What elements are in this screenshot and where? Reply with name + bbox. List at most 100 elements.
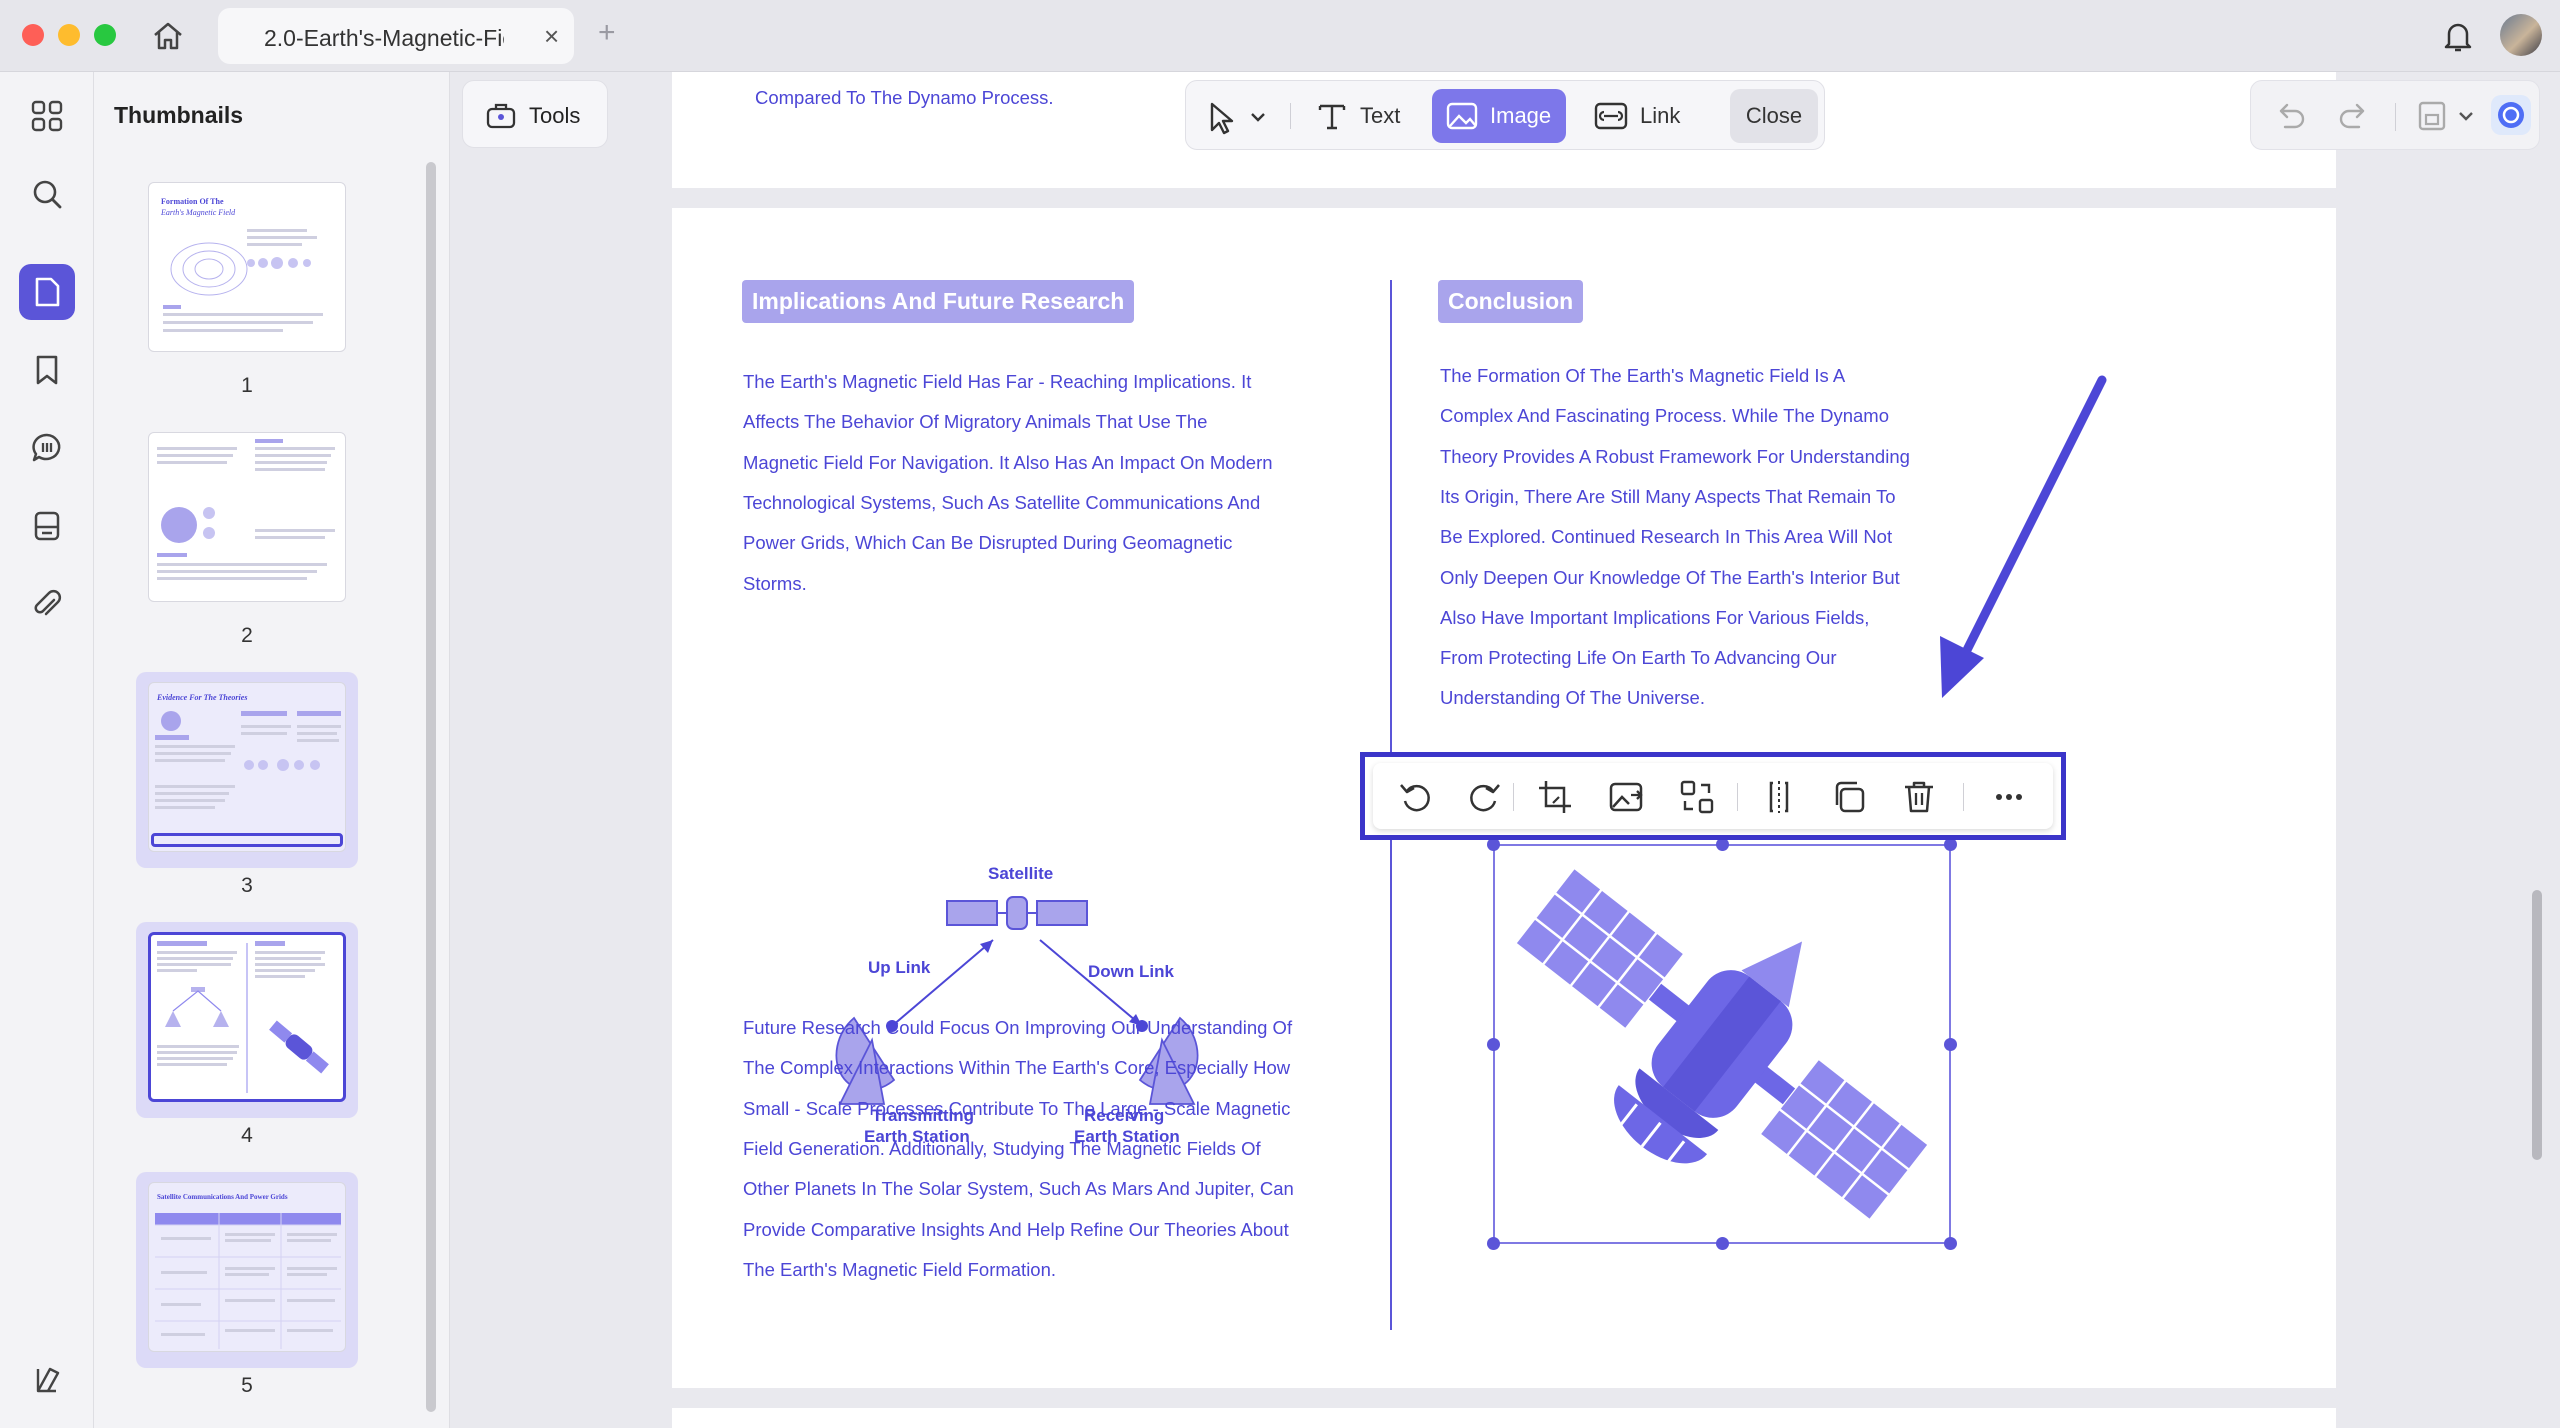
paragraph-line: Complex And Fascinating Process. While T… — [1440, 405, 1889, 427]
paragraph-line: Small - Scale Processes Contribute To Th… — [743, 1097, 1291, 1119]
delete-icon[interactable] — [1897, 775, 1941, 819]
image-icon — [1446, 102, 1478, 130]
replace-image-icon[interactable] — [1605, 775, 1649, 819]
next-page — [672, 1408, 2336, 1428]
close-window-button[interactable] — [22, 24, 44, 46]
chevron-down-icon[interactable] — [2455, 103, 2477, 129]
ai-assistant-icon[interactable] — [2491, 95, 2531, 135]
thumbnail-page-4[interactable] — [136, 922, 358, 1118]
paragraph-line: Storms. — [743, 572, 807, 594]
paragraph-line: Future Research Could Focus On Improving… — [743, 1017, 1293, 1038]
thumbnail-content — [163, 229, 323, 332]
left-rail — [0, 72, 94, 1428]
home-icon[interactable] — [150, 18, 186, 54]
thumbnail-page-3[interactable]: Evidence For The Theories — [136, 672, 358, 868]
image-tool-label: Image — [1490, 103, 1552, 128]
text-icon — [1318, 104, 1346, 130]
paragraph-line: From Protecting Life On Earth To Advanci… — [1440, 647, 1837, 669]
paragraph-line: Magnetic Field For Navigation. It Also H… — [743, 451, 1273, 473]
thumbnails-panel: Thumbnails Formation Of The Earth's Magn… — [94, 72, 450, 1428]
thumbnail-preview: Formation Of The Earth's Magnetic Field — [148, 182, 346, 352]
paragraph-line: The Earth's Magnetic Field Has Far - Rea… — [743, 371, 1252, 392]
thumbnail-title: Evidence For The Theories — [157, 693, 248, 702]
link-tool-button[interactable]: Link — [1586, 89, 1696, 143]
toolbar-divider — [1963, 783, 1964, 811]
paragraph-line: The Complex Interactions Within The Eart… — [743, 1057, 1291, 1079]
paragraph-line: Technological Systems, Such As Satellite… — [743, 491, 1261, 513]
image-tool-button[interactable]: Image — [1432, 89, 1566, 143]
tools-label: Tools — [529, 103, 581, 128]
redo-icon[interactable] — [2335, 97, 2373, 135]
bookmark-icon[interactable] — [19, 342, 75, 398]
rotate-left-icon[interactable] — [1393, 775, 1437, 819]
resize-handle-right[interactable] — [1944, 1038, 1957, 1051]
copy-icon[interactable] — [1827, 775, 1871, 819]
selected-image[interactable] — [1487, 838, 1957, 1250]
thumbnail-title: Satellite Communications And Power Grids — [157, 1193, 288, 1201]
extract-icon[interactable] — [1675, 775, 1719, 819]
title-bar: 2.0-Earth's-Magnetic-Field × + — [0, 0, 2560, 72]
more-icon[interactable] — [1987, 775, 2031, 819]
paragraph-line: The Earth's Magnetic Field Formation. — [743, 1258, 1057, 1280]
minimize-window-button[interactable] — [58, 24, 80, 46]
avatar[interactable] — [2500, 14, 2542, 56]
crop-icon[interactable] — [1533, 775, 1577, 819]
thumbnail-page-5[interactable]: Satellite Communications And Power Grids — [136, 1172, 358, 1368]
canvas-scrollbar[interactable] — [2532, 890, 2542, 1160]
bell-icon[interactable] — [2440, 18, 2476, 54]
paragraph-line: The Formation Of The Earth's Magnetic Fi… — [1440, 365, 1846, 386]
text-tool-button[interactable]: Text — [1310, 89, 1410, 143]
pages-icon[interactable] — [19, 264, 75, 320]
text-tool-label: Text — [1360, 103, 1401, 128]
form-icon[interactable] — [19, 498, 75, 554]
paragraph-line: Understanding Of The Universe. — [1440, 687, 1705, 709]
thumbnail-page-2[interactable] — [136, 422, 358, 618]
thumbnail-preview: Evidence For The Theories — [148, 682, 346, 852]
thumbnail-page-1[interactable]: Formation Of The Earth's Magnetic Field — [136, 172, 358, 368]
save-icon[interactable] — [2413, 97, 2451, 135]
thumbnail-number: 3 — [241, 874, 253, 897]
toolbar-divider — [1513, 783, 1514, 811]
tab-close-button[interactable]: × — [544, 21, 559, 52]
paragraph-line: Compared To The Dynamo Process. — [755, 87, 1054, 108]
paragraph-line: Field Generation. Additionally, Studying… — [743, 1137, 1261, 1159]
attachment-icon[interactable] — [19, 576, 75, 632]
undo-icon[interactable] — [2271, 97, 2309, 135]
resize-handle-bottom-right[interactable] — [1944, 1237, 1957, 1250]
document-tab[interactable]: 2.0-Earth's-Magnetic-Field × — [218, 8, 574, 64]
search-icon[interactable] — [19, 166, 75, 222]
pointer-icon — [1210, 102, 1265, 135]
comment-icon[interactable] — [19, 420, 75, 476]
image-action-toolbar-inner — [1373, 763, 2053, 829]
thumbnail-number: 1 — [241, 374, 253, 397]
resize-handle-bottom[interactable] — [1716, 1237, 1729, 1250]
thumbnail-number: 2 — [241, 624, 253, 647]
toolbar-divider — [1290, 103, 1291, 129]
close-edit-button[interactable]: Close — [1730, 89, 1818, 143]
grid-icon[interactable] — [19, 88, 75, 144]
paragraph-line: Its Origin, There Are Still Many Aspects… — [1440, 485, 1896, 507]
thumbnail-scrollbar[interactable] — [426, 162, 436, 1412]
select-tool-button[interactable] — [1196, 89, 1282, 143]
maximize-window-button[interactable] — [94, 24, 116, 46]
thumbnail-number: 4 — [241, 1124, 253, 1147]
layers-icon[interactable] — [19, 1352, 75, 1408]
resize-handle-left[interactable] — [1487, 1038, 1500, 1051]
thumbnail-number: 5 — [241, 1374, 253, 1397]
rotate-right-icon[interactable] — [1463, 775, 1507, 819]
flip-icon[interactable] — [1757, 775, 1801, 819]
thumbnail-preview — [148, 432, 346, 602]
toolbar-divider — [2395, 103, 2396, 131]
section-heading-implications[interactable]: Implications And Future Research — [742, 280, 1135, 323]
thumbnail-content — [157, 941, 329, 1093]
new-tab-button[interactable]: + — [598, 16, 616, 50]
section-heading-conclusion[interactable]: Conclusion — [1438, 280, 1584, 323]
resize-handle-bottom-left[interactable] — [1487, 1237, 1500, 1250]
paragraph-line: Only Deepen Our Knowledge Of The Earth's… — [1440, 566, 1900, 588]
close-edit-label: Close — [1745, 103, 1803, 128]
thumbnail-title: Formation Of The — [161, 197, 224, 206]
link-icon — [1594, 102, 1628, 130]
thumbnail-subtitle: Earth's Magnetic Field — [161, 208, 236, 217]
tools-button[interactable]: Tools — [462, 80, 608, 148]
panel-title: Thumbnails — [114, 102, 244, 128]
